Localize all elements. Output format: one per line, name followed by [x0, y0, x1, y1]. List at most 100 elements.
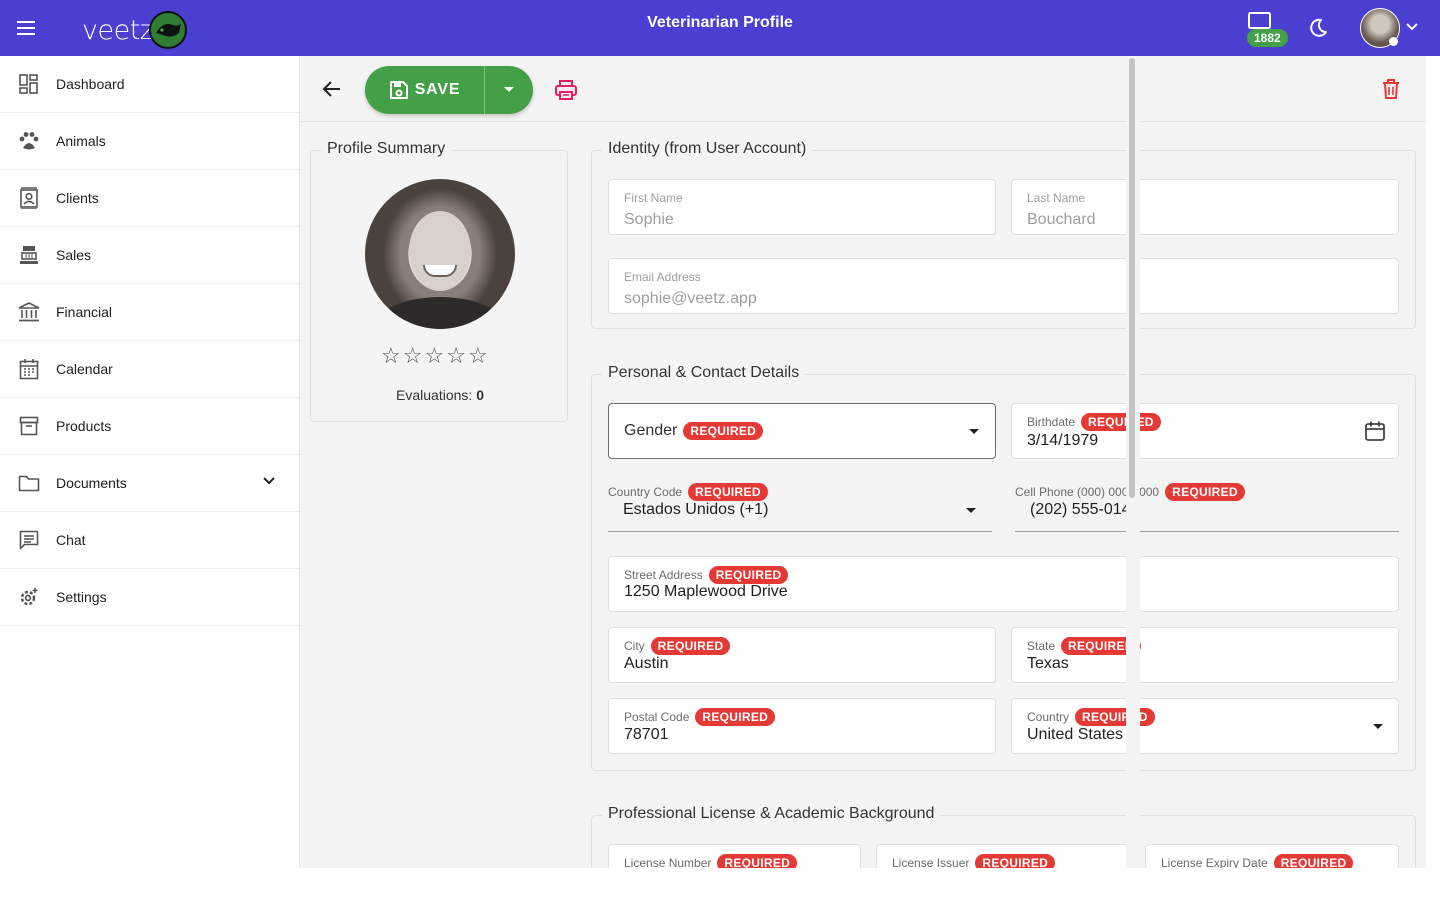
license-issuer-label: License Issuer — [892, 856, 970, 868]
city-field[interactable]: City REQUIRED Austin — [608, 627, 996, 683]
first-name-field[interactable]: First Name Sophie — [608, 179, 996, 235]
sidebar-item-label: Settings — [56, 589, 107, 605]
moon-icon — [1310, 18, 1327, 37]
main-scrollbar[interactable] — [1126, 56, 1140, 868]
state-label-row: State REQUIRED — [1027, 637, 1141, 655]
caret-down-icon — [1373, 724, 1383, 729]
trash-icon — [1383, 79, 1399, 99]
star-icon[interactable]: ☆ — [446, 345, 466, 367]
sidebar-item-products[interactable]: Products — [0, 398, 299, 455]
dark-mode-toggle[interactable] — [1306, 16, 1330, 40]
star-icon[interactable]: ☆ — [424, 345, 444, 367]
profile-summary-legend: Profile Summary — [321, 140, 452, 158]
evaluations-label: Evaluations: — [396, 387, 473, 403]
sidebar-item-label: Sales — [56, 247, 92, 263]
contact-card-icon — [17, 186, 41, 210]
sidebar-item-documents[interactable]: Documents — [0, 455, 299, 512]
last-name-label: Last Name — [1027, 191, 1086, 205]
star-icon[interactable]: ☆ — [381, 345, 401, 367]
last-name-value: Bouchard — [1027, 211, 1096, 228]
caret-down-icon — [969, 429, 979, 434]
country-value: United States — [1027, 726, 1124, 743]
sidebar-item-dashboard[interactable]: Dashboard — [0, 56, 299, 113]
scrollbar-thumb[interactable] — [1129, 58, 1135, 498]
sidebar-item-chat[interactable]: Chat — [0, 512, 299, 569]
sidebar-item-settings[interactable]: Settings — [0, 569, 299, 626]
sidebar-item-label: Products — [56, 418, 112, 434]
chevron-down-icon — [1406, 23, 1418, 31]
online-status-dot — [1389, 37, 1398, 46]
postal-label: Postal Code — [624, 710, 690, 724]
state-field[interactable]: State REQUIRED Texas — [1011, 627, 1399, 683]
caret-down-icon — [504, 87, 514, 92]
sidebar-item-clients[interactable]: Clients — [0, 170, 299, 227]
state-value: Texas — [1027, 655, 1069, 672]
user-menu-button[interactable] — [1360, 8, 1422, 48]
back-button[interactable] — [320, 77, 344, 101]
identity-panel: Identity (from User Account) First Name … — [591, 140, 1416, 329]
rating-stars[interactable]: ☆ ☆ ☆ ☆ ☆ — [381, 345, 488, 367]
required-badge: REQUIRED — [1273, 854, 1354, 868]
notification-count-badge: 1882 — [1247, 29, 1288, 47]
star-icon[interactable]: ☆ — [468, 345, 488, 367]
star-icon[interactable]: ☆ — [403, 345, 423, 367]
chevron-down-icon[interactable] — [259, 471, 279, 491]
required-badge: REQUIRED — [1165, 483, 1245, 501]
birthdate-label-row: Birthdate REQUIRED — [1027, 413, 1161, 431]
calendar-icon[interactable] — [1364, 420, 1386, 442]
sidebar-item-financial[interactable]: Financial — [0, 284, 299, 341]
country-code-label-row: Country Code REQUIRED — [608, 483, 768, 501]
photo-shoulders — [375, 297, 505, 329]
notifications-button[interactable]: 1882 — [1244, 10, 1294, 50]
postal-code-field[interactable]: Postal Code REQUIRED 78701 — [608, 698, 996, 754]
sidebar-item-animals[interactable]: Animals — [0, 113, 299, 170]
email-label: Email Address — [624, 270, 701, 284]
license-expiry-label-row: License Expiry Date REQUIRED — [1161, 854, 1354, 868]
print-button[interactable] — [554, 78, 578, 107]
photo-face — [409, 211, 471, 291]
gender-select[interactable]: Gender REQUIRED — [608, 403, 996, 459]
calendar-icon — [17, 357, 41, 381]
menu-icon[interactable] — [14, 16, 38, 40]
sidebar-item-label: Clients — [56, 190, 99, 206]
delete-button[interactable] — [1380, 78, 1402, 105]
license-panel: Professional License & Academic Backgrou… — [591, 805, 1416, 868]
save-button[interactable]: SAVE — [365, 66, 485, 114]
profile-toolbar: SAVE — [300, 56, 1426, 122]
cell-phone-field[interactable]: Cell Phone (000) 000-0000 REQUIRED (202)… — [1015, 483, 1399, 532]
sidebar-item-label: Chat — [56, 532, 86, 548]
sidebar-item-sales[interactable]: Sales — [0, 227, 299, 284]
sidebar-item-calendar[interactable]: Calendar — [0, 341, 299, 398]
license-expiry-field[interactable]: License Expiry Date REQUIRED — [1145, 844, 1399, 868]
bank-icon — [17, 300, 41, 324]
arrow-left-icon — [322, 81, 340, 97]
country-code-select[interactable]: Country Code REQUIRED Estados Unidos (+1… — [608, 483, 992, 532]
logo-mark-icon — [149, 11, 188, 49]
birthdate-field[interactable]: Birthdate REQUIRED 3/14/1979 — [1011, 403, 1399, 459]
city-label-row: City REQUIRED — [624, 637, 731, 655]
veetz-logo[interactable]: veetz — [82, 11, 188, 49]
city-value: Austin — [624, 655, 669, 672]
required-badge: REQUIRED — [695, 708, 776, 726]
sidebar-item-label: Animals — [56, 133, 106, 149]
street-address-field[interactable]: Street Address REQUIRED 1250 Maplewood D… — [608, 556, 1399, 612]
license-issuer-label-row: License Issuer REQUIRED — [892, 854, 1056, 868]
license-number-field[interactable]: License Number REQUIRED — [608, 844, 861, 868]
save-options-dropdown[interactable] — [485, 66, 533, 114]
identity-legend: Identity (from User Account) — [602, 140, 813, 158]
sidebar-item-label: Dashboard — [56, 76, 125, 92]
email-field[interactable]: Email Address sophie@veetz.app — [608, 258, 1399, 314]
required-badge: REQUIRED — [1075, 708, 1155, 726]
street-label-row: Street Address REQUIRED — [624, 566, 789, 584]
country-select[interactable]: Country REQUIRED United States — [1011, 698, 1399, 754]
folder-icon — [17, 471, 41, 495]
required-badge: REQUIRED — [688, 483, 768, 501]
last-name-field[interactable]: Last Name Bouchard — [1011, 179, 1399, 235]
floppy-disk-icon — [389, 81, 408, 99]
license-issuer-field[interactable]: License Issuer REQUIRED — [876, 844, 1130, 868]
page-title: Veterinarian Profile — [647, 14, 793, 31]
sidebar-item-label: Financial — [56, 304, 113, 320]
required-badge: REQUIRED — [708, 566, 789, 584]
state-label: State — [1027, 639, 1056, 653]
profile-photo[interactable] — [365, 179, 515, 329]
